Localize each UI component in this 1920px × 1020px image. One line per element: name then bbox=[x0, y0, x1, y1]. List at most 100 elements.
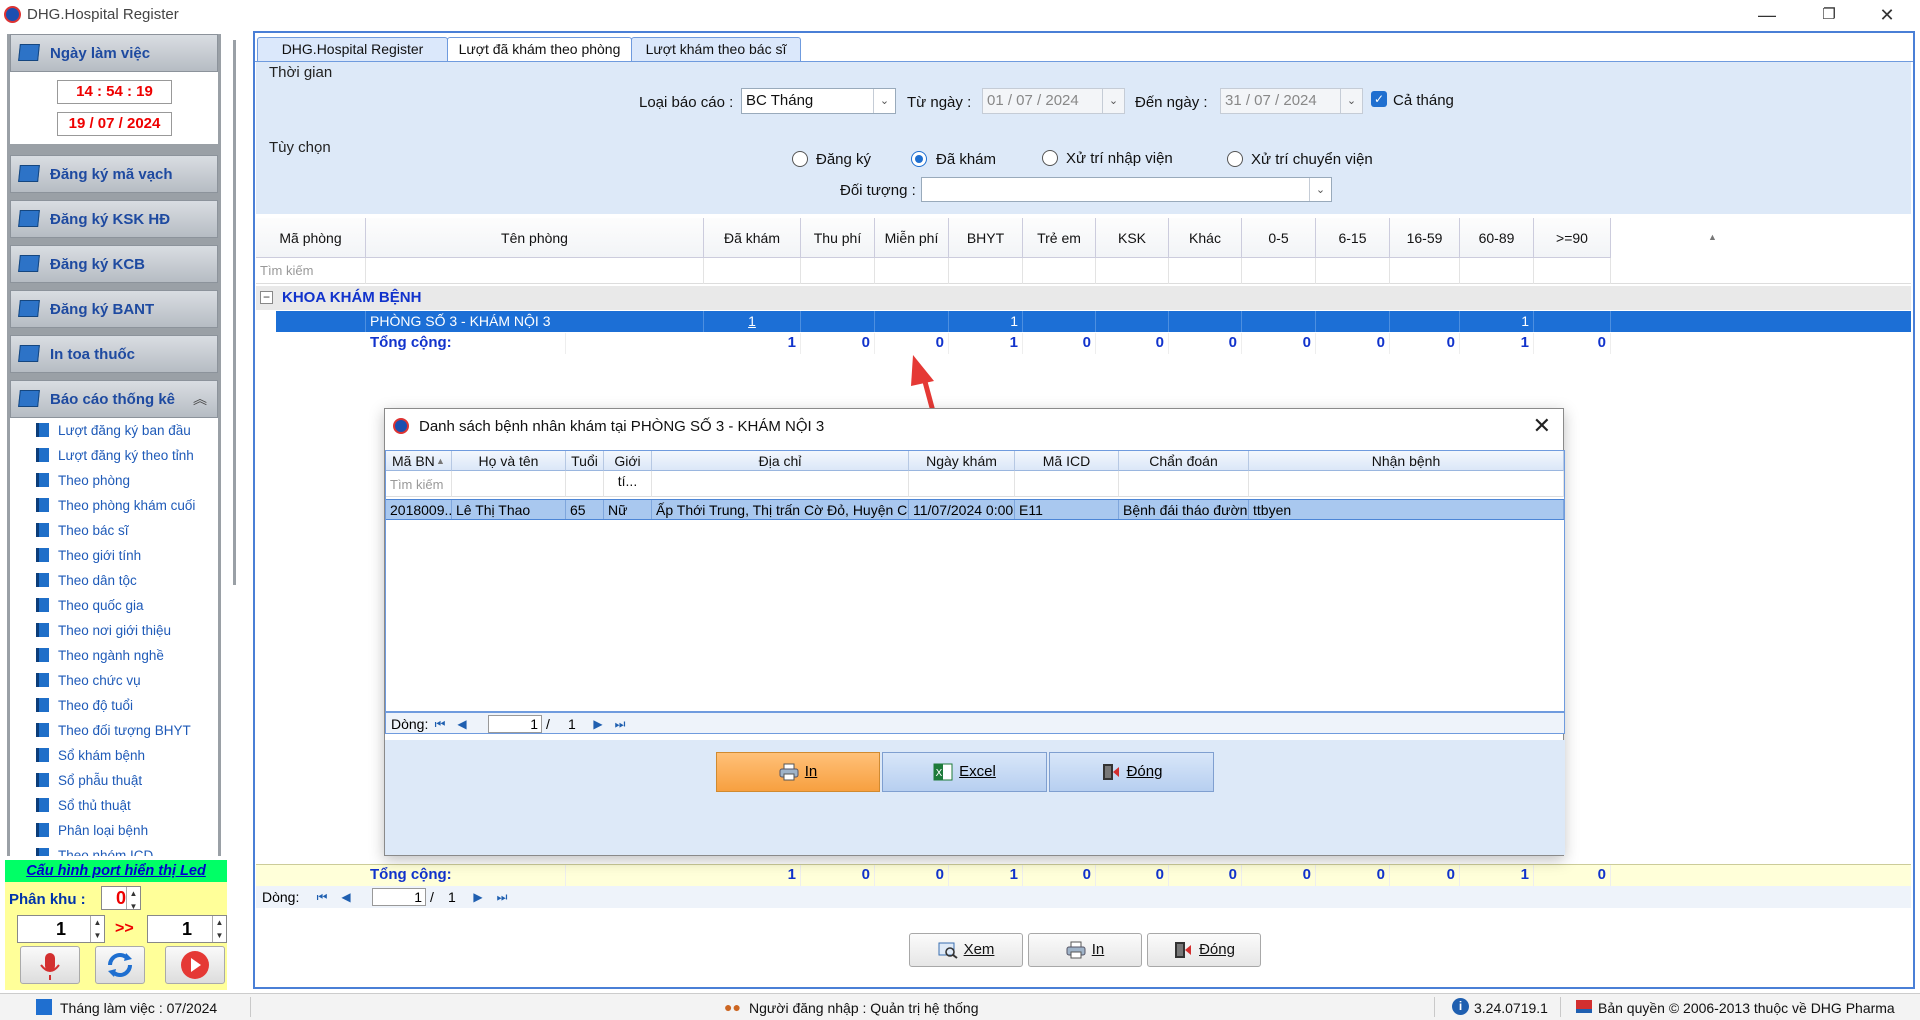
object-select[interactable]: ⌄ bbox=[921, 177, 1332, 202]
column-header[interactable]: Tên phòng bbox=[366, 218, 704, 258]
column-header[interactable]: KSK bbox=[1096, 218, 1169, 258]
report-item[interactable]: Theo đối tượng BHYT bbox=[10, 718, 218, 743]
report-item[interactable]: Phân loại bệnh bbox=[10, 818, 218, 843]
microphone-button[interactable] bbox=[20, 946, 80, 984]
dialog-column-header[interactable]: Địa chỉ bbox=[652, 451, 909, 471]
report-item[interactable]: Theo chức vụ bbox=[10, 668, 218, 693]
report-item[interactable]: Theo quốc gia bbox=[10, 593, 218, 618]
dialog-filter-cell[interactable] bbox=[652, 471, 909, 497]
dialog-column-header[interactable]: Tuổi bbox=[566, 451, 604, 471]
view-button[interactable]: Xem bbox=[909, 933, 1023, 967]
collapse-icon[interactable]: ︽ bbox=[193, 389, 207, 409]
tab-luot-kham-theo-bac-si[interactable]: Lượt khám theo bác sĩ bbox=[631, 37, 801, 62]
report-item[interactable]: Sổ khám bệnh bbox=[10, 743, 218, 768]
print-button[interactable]: In bbox=[1028, 933, 1142, 967]
column-filter-cell[interactable] bbox=[1460, 258, 1534, 284]
refresh-button[interactable] bbox=[95, 946, 145, 984]
dialog-filter-cell[interactable] bbox=[1249, 471, 1564, 497]
pager-page-input[interactable]: 1 bbox=[372, 888, 426, 906]
chevron-down-icon[interactable]: ⌄ bbox=[1102, 89, 1124, 113]
column-filter-cell[interactable] bbox=[1169, 258, 1242, 284]
column-header[interactable]: Khác bbox=[1169, 218, 1242, 258]
report-item[interactable]: Theo giới tính bbox=[10, 543, 218, 568]
close-icon[interactable]: ✕ bbox=[1533, 413, 1551, 439]
column-filter-cell[interactable] bbox=[1023, 258, 1096, 284]
spinner-arrows-icon[interactable]: ▲ ▼ bbox=[212, 916, 226, 942]
radio-da-kham[interactable] bbox=[911, 151, 927, 167]
radio-dang-ky[interactable] bbox=[792, 151, 808, 167]
prev-page-icon[interactable]: ◀ bbox=[336, 889, 356, 905]
from-date-picker[interactable]: 01 / 07 / 2024 ⌄ bbox=[982, 88, 1125, 114]
prev-page-icon[interactable]: ◀ bbox=[452, 716, 472, 732]
dialog-filter-cell[interactable] bbox=[1119, 471, 1249, 497]
dialog-column-header[interactable]: Nhận bệnh bbox=[1249, 451, 1564, 471]
chevron-down-icon[interactable]: ⌄ bbox=[1309, 178, 1331, 201]
dialog-print-button[interactable]: In bbox=[716, 752, 880, 792]
dialog-excel-button[interactable]: X Excel bbox=[882, 752, 1047, 792]
column-header[interactable]: 16-59 bbox=[1390, 218, 1460, 258]
report-item[interactable]: Lượt đăng ký ban đầu bbox=[10, 418, 218, 443]
column-filter-cell[interactable] bbox=[801, 258, 875, 284]
close-window-button[interactable]: ✕ bbox=[1864, 2, 1910, 28]
whole-month-checkbox[interactable]: ✓ bbox=[1371, 91, 1387, 107]
pager-page-input[interactable]: 1 bbox=[488, 715, 542, 733]
restore-button[interactable]: ❐ bbox=[1806, 2, 1852, 28]
column-filter-cell[interactable] bbox=[875, 258, 949, 284]
dialog-filter-cell[interactable] bbox=[566, 471, 604, 497]
dialog-column-header[interactable]: Giới tí... bbox=[604, 451, 652, 489]
column-header[interactable]: Miễn phí bbox=[875, 218, 949, 258]
left-scrollbar[interactable] bbox=[228, 34, 244, 856]
report-item[interactable]: Theo độ tuổi bbox=[10, 693, 218, 718]
radio-xu-tri-nhap-vien[interactable] bbox=[1042, 150, 1058, 166]
phan-khu-spinner[interactable]: 0 ▲ ▼ bbox=[101, 886, 141, 911]
column-filter-cell[interactable] bbox=[949, 258, 1023, 284]
report-item[interactable]: Theo ngành nghề bbox=[10, 643, 218, 668]
table-row[interactable]: 2018009... Lê Thị Thao 65 Nữ Ấp Thới Trung, … bbox=[386, 499, 1564, 520]
column-header[interactable]: 0-5 bbox=[1242, 218, 1316, 258]
report-item[interactable]: Theo bác sĩ bbox=[10, 518, 218, 543]
spinner-arrows-icon[interactable]: ▲ ▼ bbox=[90, 916, 104, 942]
report-type-select[interactable]: BC Tháng ⌄ bbox=[741, 88, 896, 114]
tab-luot-da-kham-theo-phong[interactable]: Lượt đã khám theo phòng bbox=[447, 37, 632, 62]
dialog-column-header[interactable]: Ngày khám bbox=[909, 451, 1015, 471]
collapse-group-icon[interactable]: − bbox=[260, 291, 273, 304]
spinner-arrows-icon[interactable]: ▲ ▼ bbox=[126, 887, 140, 911]
nav-header-work-day[interactable]: Ngày làm việc bbox=[10, 34, 218, 72]
column-header[interactable]: Đã khám bbox=[704, 218, 801, 258]
next-page-icon[interactable]: ▶ bbox=[468, 889, 488, 905]
next-page-icon[interactable]: ▶ bbox=[588, 716, 608, 732]
to-date-picker[interactable]: 31 / 07 / 2024 ⌄ bbox=[1220, 88, 1363, 114]
chevron-down-icon[interactable]: ⌄ bbox=[873, 89, 895, 113]
nav-item-dang-ky-ksk-hd[interactable]: Đăng ký KSK HĐ bbox=[10, 200, 218, 238]
dialog-filter-cell[interactable] bbox=[452, 471, 566, 497]
sort-ascending-icon[interactable]: ▲ bbox=[436, 456, 445, 466]
close-button[interactable]: Đóng bbox=[1147, 933, 1261, 967]
minimize-button[interactable]: — bbox=[1744, 2, 1790, 28]
dialog-filter-cell[interactable] bbox=[909, 471, 1015, 497]
report-item[interactable]: Lượt đăng ký theo tỉnh bbox=[10, 443, 218, 468]
column-filter-cell[interactable] bbox=[1316, 258, 1390, 284]
column-header[interactable]: Trẻ em bbox=[1023, 218, 1096, 258]
led-to-spinner[interactable]: 1 ▲ ▼ bbox=[147, 915, 227, 943]
last-page-icon[interactable]: ⏭ bbox=[610, 716, 630, 732]
report-item[interactable]: Sổ phẫu thuật bbox=[10, 768, 218, 793]
column-header[interactable]: Mã phòng bbox=[256, 218, 366, 258]
grid-search-row[interactable]: Tìm kiếm bbox=[256, 258, 1911, 284]
last-page-icon[interactable]: ⏭ bbox=[492, 889, 512, 905]
nav-item-dang-ky-kcb[interactable]: Đăng ký KCB bbox=[10, 245, 218, 283]
report-item[interactable]: Theo nơi giới thiệu bbox=[10, 618, 218, 643]
column-filter-cell[interactable] bbox=[1534, 258, 1611, 284]
report-item[interactable]: Theo phòng khám cuối bbox=[10, 493, 218, 518]
dialog-column-header[interactable]: Chẩn đoán bbox=[1119, 451, 1249, 471]
report-item[interactable]: Theo dân tộc bbox=[10, 568, 218, 593]
radio-xu-tri-chuyen-vien[interactable] bbox=[1227, 151, 1243, 167]
column-filter-cell[interactable] bbox=[1390, 258, 1460, 284]
dialog-filter-cell[interactable] bbox=[1015, 471, 1119, 497]
report-item[interactable]: Sổ thủ thuật bbox=[10, 793, 218, 818]
table-row[interactable]: 03 PHÒNG SỐ 3 - KHÁM NỘI 3111 bbox=[260, 311, 1911, 332]
led-from-spinner[interactable]: 1 ▲ ▼ bbox=[17, 915, 105, 943]
nav-item-dang-ky-ma-vach[interactable]: Đăng ký mã vạch bbox=[10, 155, 218, 193]
first-page-icon[interactable]: ⏮ bbox=[430, 716, 450, 732]
column-filter-cell[interactable] bbox=[1242, 258, 1316, 284]
column-header[interactable]: 6-15 bbox=[1316, 218, 1390, 258]
